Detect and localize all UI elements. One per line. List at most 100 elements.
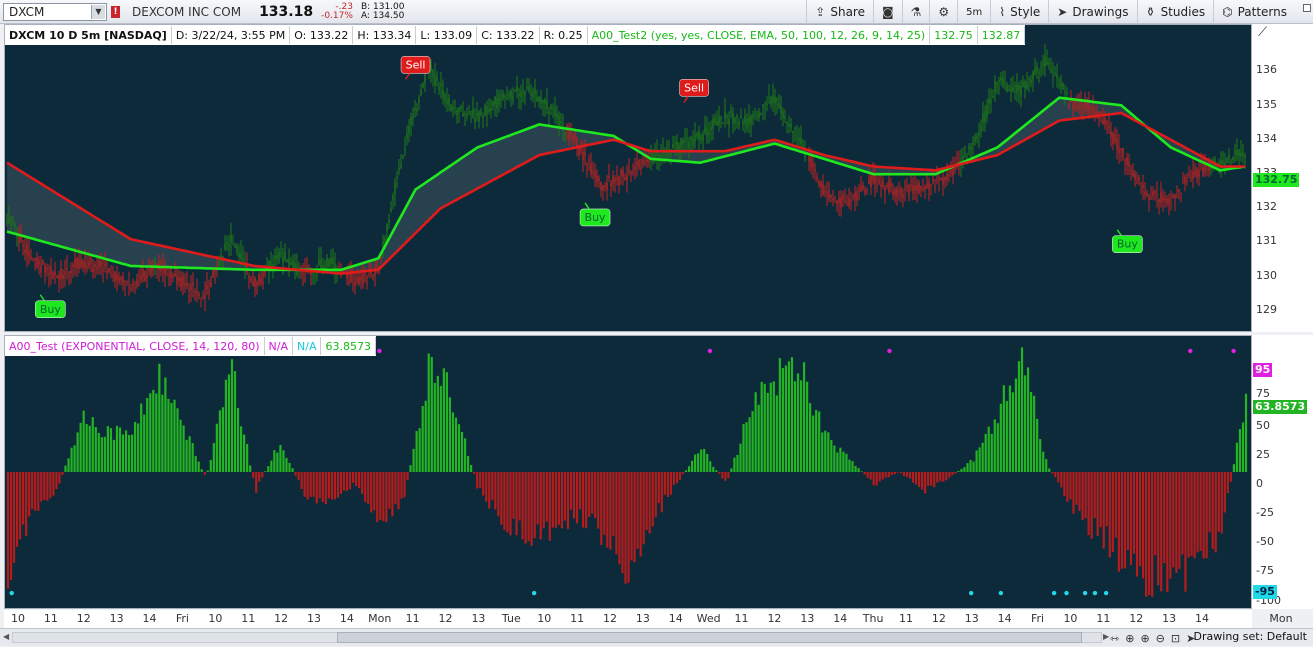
candle-body xyxy=(1228,154,1230,159)
candle-body xyxy=(866,190,868,192)
candle-body xyxy=(242,257,244,262)
bear-bar xyxy=(627,472,630,583)
candle-body xyxy=(910,184,912,186)
aggregation-button[interactable]: 5m xyxy=(957,0,990,24)
candle-body xyxy=(390,208,392,211)
flask-button[interactable]: ⚗ xyxy=(901,0,930,24)
candle-body xyxy=(54,271,56,276)
candle-body xyxy=(976,135,978,139)
zoom-in-icon[interactable]: ⊕ xyxy=(1140,632,1149,645)
candle-body xyxy=(1156,194,1158,196)
candle-body xyxy=(894,189,896,196)
expand-horizontal-icon[interactable]: ⇿ xyxy=(1110,632,1119,645)
studies-label: Studies xyxy=(1160,5,1206,19)
oscillator-axis[interactable]: 95 63.8573 75 50 25 0 -25 -50 -75 -100 -… xyxy=(1252,335,1313,609)
candle-body xyxy=(120,277,122,280)
candle-body xyxy=(1118,147,1120,153)
share-button[interactable]: ⇪ Share xyxy=(806,0,873,24)
bear-bar xyxy=(34,472,37,511)
scroll-left-icon[interactable]: ◀ xyxy=(3,632,9,641)
zoom-box-icon[interactable]: ⊡ xyxy=(1171,632,1180,645)
time-label: 10 xyxy=(208,612,223,625)
scroll-right-icon[interactable]: ▶ xyxy=(1103,632,1109,641)
style-button[interactable]: ⌇ Style xyxy=(990,0,1048,24)
bull-bar xyxy=(412,448,415,472)
candle-body xyxy=(110,273,112,275)
candle-body xyxy=(34,258,36,260)
bull-bar xyxy=(445,372,448,472)
candle-body xyxy=(842,194,844,200)
legend-study[interactable]: A00_Test2 (yes, yes, CLOSE, EMA, 50, 100… xyxy=(588,26,931,44)
candle-body xyxy=(40,265,42,273)
scroll-thumb[interactable] xyxy=(337,632,1082,643)
candle-body xyxy=(1026,82,1028,89)
alert-icon[interactable]: ! xyxy=(111,5,120,18)
legend-symbol[interactable]: DXCM 10 D 5m [NASDAQ] xyxy=(5,26,172,44)
bull-bar xyxy=(67,458,70,472)
candle-body xyxy=(320,258,322,271)
candle-body xyxy=(52,272,54,280)
price-axis[interactable]: ⟋ 136 135 134 133 132 131 130 129 132.75 xyxy=(1252,24,1313,332)
candle-body xyxy=(816,176,818,180)
bull-bar xyxy=(1238,429,1242,472)
price-tick: 136 xyxy=(1256,63,1277,76)
candle-body xyxy=(256,282,258,286)
drawing-set-label[interactable]: Drawing set: Default xyxy=(1194,630,1307,643)
candle-body xyxy=(994,81,996,93)
candle-body xyxy=(1050,69,1052,74)
candle-body xyxy=(870,175,872,187)
chart-scrollbar[interactable]: ◀ ▶ ⇿ ⊕ ⊕ ⊖ ⊡ ➤ Drawing set: Default xyxy=(0,628,1313,646)
oversold-dot xyxy=(1082,590,1088,596)
candle-body xyxy=(252,282,254,286)
bear-bar xyxy=(9,472,13,581)
candle-body xyxy=(988,98,990,104)
candle-body xyxy=(286,259,288,263)
bull-bar xyxy=(463,438,467,472)
bear-bar xyxy=(391,472,394,517)
candle-body xyxy=(632,172,634,174)
symbol-selector[interactable]: DXCM ▼ xyxy=(3,2,107,21)
bear-bar xyxy=(379,472,382,520)
candle-body xyxy=(608,175,610,178)
drawing-tool-icon[interactable]: ⟋ xyxy=(1258,25,1267,40)
candle-body xyxy=(564,132,566,135)
legend-osc-study[interactable]: A00_Test (EXPONENTIAL, CLOSE, 14, 120, 8… xyxy=(5,337,265,355)
chevron-down-icon[interactable]: ▼ xyxy=(91,4,105,19)
candle-body xyxy=(542,99,544,103)
zoom-out-icon[interactable]: ⊖ xyxy=(1156,632,1165,645)
snapshot-button[interactable]: ◙ xyxy=(872,0,902,24)
bear-bar xyxy=(1081,472,1084,521)
bull-bar xyxy=(987,426,990,472)
bear-bar xyxy=(58,472,61,484)
candles xyxy=(6,43,1246,312)
candle-body xyxy=(978,132,980,136)
time-axis[interactable]: 10 11 12 13 14 Fri 10 11 12 13 14 Mon 11 12 13 Tue 10 11 1… xyxy=(4,610,1252,628)
price-pane[interactable]: Buy Sell Buy Sell Buy DXCM 10 D 5m [NASDAQ] … xyxy=(4,24,1252,332)
candle-body xyxy=(1140,182,1142,184)
bear-bar xyxy=(321,472,324,502)
bull-bar xyxy=(143,414,146,472)
candle-body xyxy=(770,96,772,105)
candle-body xyxy=(744,116,746,124)
settings-button[interactable]: ⚙ xyxy=(929,0,957,24)
osc-tick: 50 xyxy=(1256,419,1270,432)
drawings-button[interactable]: ➤ Drawings xyxy=(1048,0,1136,24)
window-corner-icon[interactable] xyxy=(1303,4,1311,12)
oscillator-pane[interactable]: A00_Test (EXPONENTIAL, CLOSE, 14, 120, 8… xyxy=(4,335,1252,609)
candle-body xyxy=(740,116,742,119)
candle-body xyxy=(452,107,454,110)
bear-bar xyxy=(718,472,721,474)
bear-bar xyxy=(1166,472,1169,592)
bear-bar xyxy=(557,472,560,525)
candle-body xyxy=(760,112,762,114)
crosshair-icon[interactable]: ⊕ xyxy=(1125,632,1134,645)
candle-body xyxy=(598,178,600,182)
bull-bar xyxy=(839,447,842,472)
bear-bar xyxy=(364,472,367,503)
candle-body xyxy=(692,138,694,146)
candle-body xyxy=(596,175,598,183)
candle-body xyxy=(514,89,516,91)
patterns-button[interactable]: ⌬ Patterns xyxy=(1213,0,1313,24)
candle-body xyxy=(484,105,486,116)
studies-button[interactable]: ⚱ Studies xyxy=(1136,0,1214,24)
